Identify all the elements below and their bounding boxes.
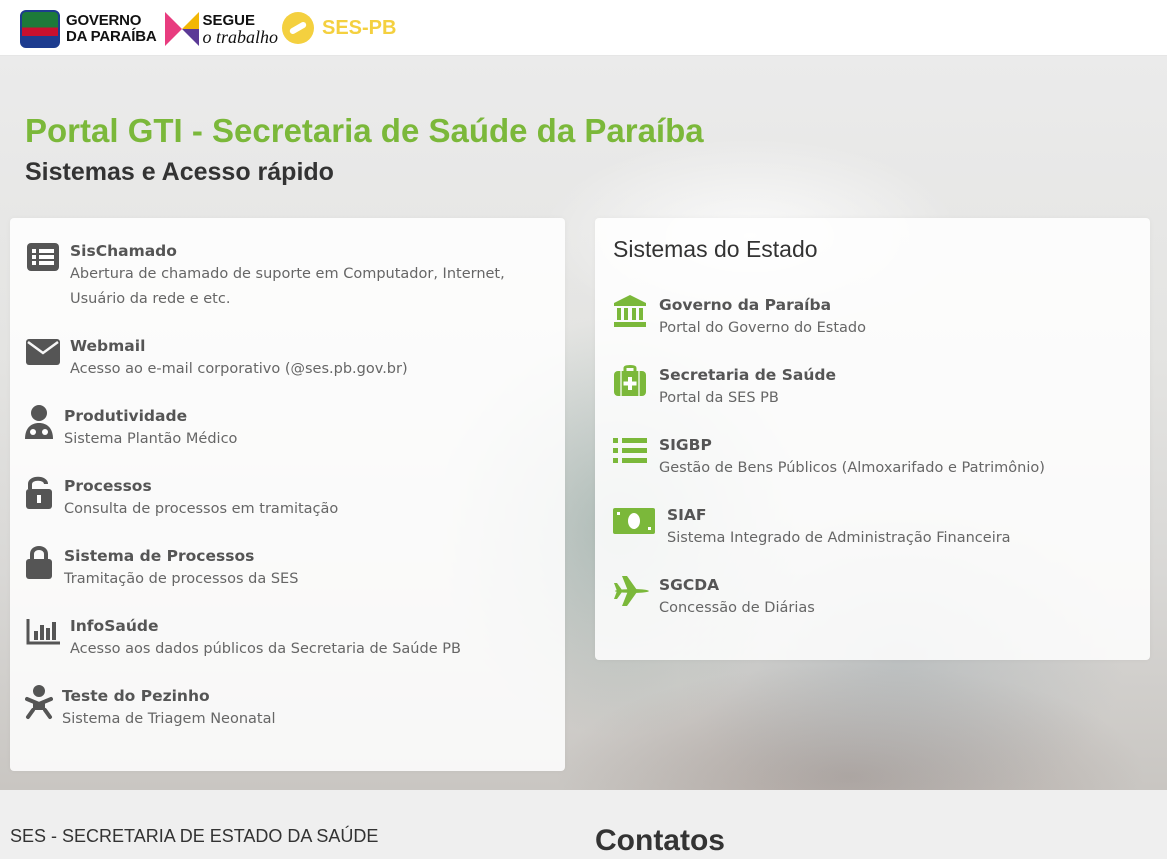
paraiba-crest-icon	[20, 10, 60, 48]
secretaria-de-saude-link[interactable]: Secretaria de Saúde	[659, 364, 836, 386]
page-subtitle: Sistemas e Acesso rápido	[25, 158, 334, 186]
list-item-siaf[interactable]: SIAF Sistema Integrado de Administração …	[613, 504, 1011, 551]
footer-org-name: SES - SECRETARIA DE ESTADO DA SAÚDE	[10, 826, 379, 846]
governo-da-paraiba-link[interactable]: Governo da Paraíba	[659, 294, 866, 316]
sischamado-link[interactable]: SisChamado	[70, 240, 505, 262]
footer	[0, 790, 1167, 859]
processos-link[interactable]: Processos	[64, 475, 338, 497]
teste-do-pezinho-link[interactable]: Teste do Pezinho	[62, 685, 276, 707]
list-item-sistema-de-processos[interactable]: Sistema de Processos Tramitação de proce…	[22, 545, 298, 592]
list-item-infosaude[interactable]: InfoSaúde Acesso aos dados públicos da S…	[26, 615, 461, 662]
envelope-icon	[26, 335, 60, 369]
plane-icon	[613, 574, 651, 608]
institution-icon	[613, 294, 647, 328]
governo-paraiba-logo[interactable]: GOVERNO DA PARAÍBA SEGUE o trabalho	[20, 10, 278, 48]
list-item-webmail[interactable]: Webmail Acesso ao e-mail corporativo (@s…	[26, 335, 408, 382]
sistema-de-processos-link[interactable]: Sistema de Processos	[64, 545, 298, 567]
slogan-text: SEGUE o trabalho	[202, 12, 279, 47]
ses-logo-text: SES-PB	[322, 16, 397, 39]
lock-icon	[22, 545, 56, 579]
produtividade-link[interactable]: Produtividade	[64, 405, 237, 427]
list-item-sgcda[interactable]: SGCDA Concessão de Diárias	[613, 574, 815, 621]
webmail-link[interactable]: Webmail	[70, 335, 408, 357]
footer-contacts-heading: Contatos	[595, 824, 725, 857]
list-item-teste-do-pezinho[interactable]: Teste do Pezinho Sistema de Triagem Neon…	[22, 685, 276, 732]
state-systems-card: Sistemas do Estado Governo da Paraíba Po…	[595, 218, 1150, 660]
segue-ribbon-icon	[164, 12, 199, 46]
ses-pb-logo[interactable]: SES-PB	[282, 12, 396, 44]
infosaude-link[interactable]: InfoSaúde	[70, 615, 461, 637]
ses-badge-icon	[282, 12, 314, 44]
bar-chart-icon	[26, 615, 60, 649]
list-item-secretaria-de-saude[interactable]: Secretaria de Saúde Portal da SES PB	[613, 364, 836, 411]
doctor-icon	[22, 405, 56, 439]
baby-icon	[22, 685, 56, 719]
sgcda-link[interactable]: SGCDA	[659, 574, 815, 596]
list-item-governo-da-paraiba[interactable]: Governo da Paraíba Portal do Governo do …	[613, 294, 866, 341]
governo-logo-text: GOVERNO DA PARAÍBA	[66, 12, 157, 45]
siaf-link[interactable]: SIAF	[667, 504, 1011, 526]
list-ul-icon	[613, 434, 647, 468]
money-icon	[613, 504, 655, 538]
state-systems-heading: Sistemas do Estado	[613, 236, 818, 262]
top-header: GOVERNO DA PARAÍBA SEGUE o trabalho SES-…	[0, 0, 1167, 56]
list-icon	[26, 240, 60, 274]
list-item-sischamado[interactable]: SisChamado Abertura de chamado de suport…	[26, 240, 505, 312]
quick-access-card: SisChamado Abertura de chamado de suport…	[10, 218, 565, 771]
unlock-icon	[22, 475, 56, 509]
list-item-produtividade[interactable]: Produtividade Sistema Plantão Médico	[22, 405, 237, 452]
medkit-icon	[613, 364, 647, 398]
list-item-sigbp[interactable]: SIGBP Gestão de Bens Públicos (Almoxarif…	[613, 434, 1045, 481]
list-item-processos[interactable]: Processos Consulta de processos em trami…	[22, 475, 338, 522]
page-title: Portal GTI - Secretaria de Saúde da Para…	[25, 112, 704, 149]
sigbp-link[interactable]: SIGBP	[659, 434, 1045, 456]
